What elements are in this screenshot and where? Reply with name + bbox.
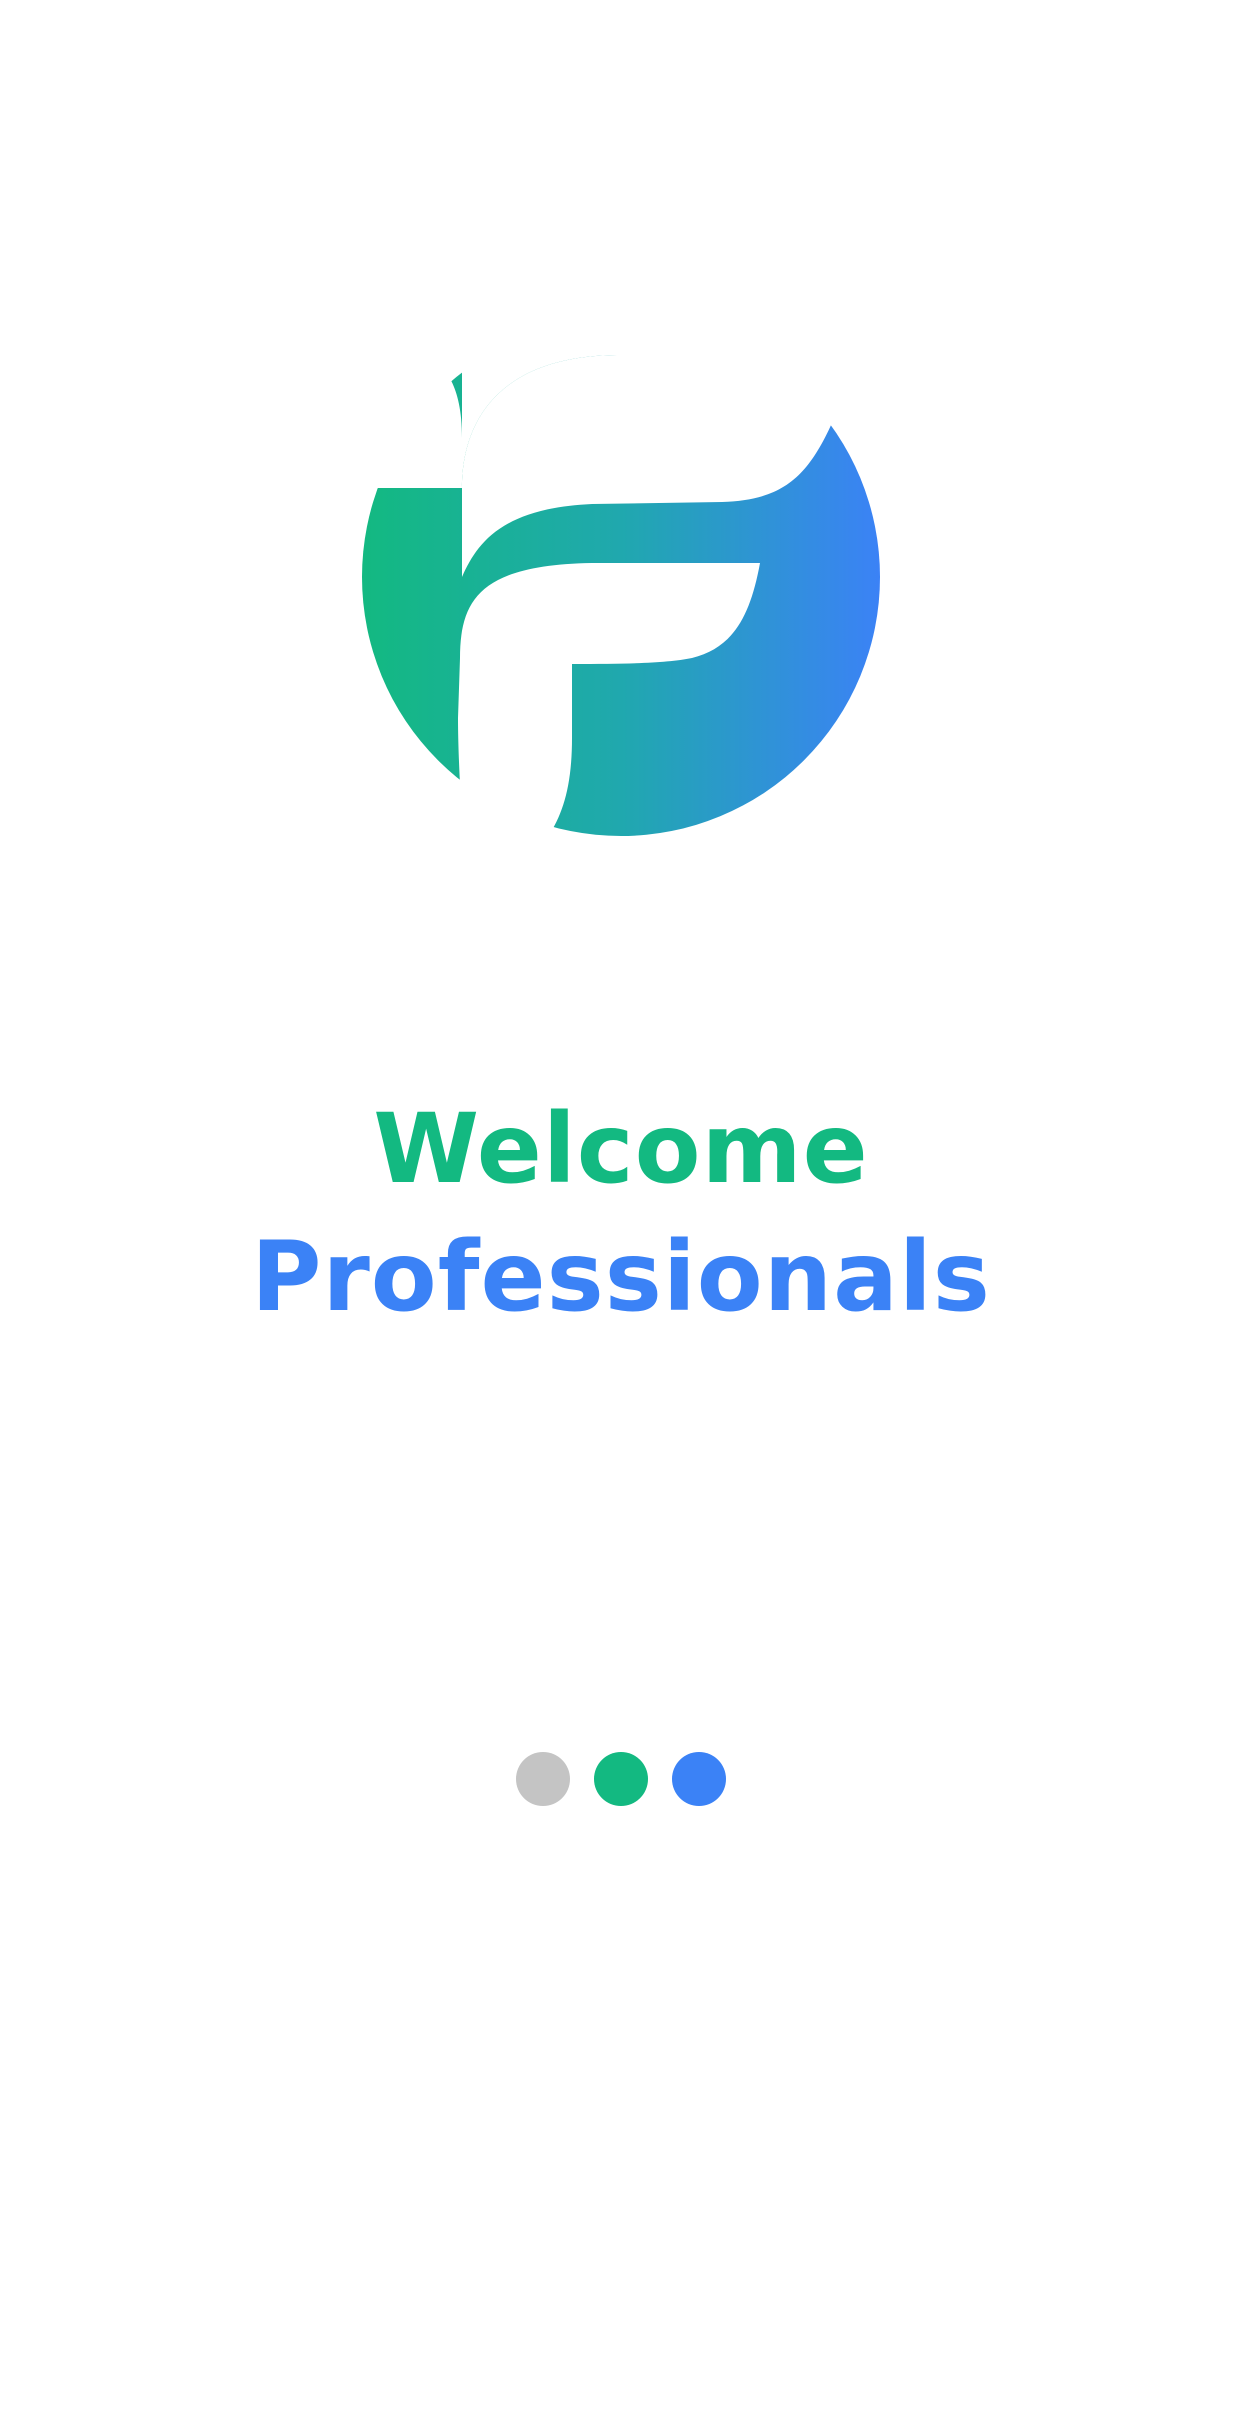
page-dot-1[interactable]	[516, 1752, 570, 1806]
welcome-heading: Welcome Professionals	[0, 1085, 1242, 1341]
welcome-line-1: Welcome	[373, 1093, 869, 1205]
welcome-line-2: Professionals	[251, 1221, 991, 1333]
page-indicator	[0, 1752, 1242, 1806]
f-logo-icon	[362, 318, 880, 836]
splash-screen: Welcome Professionals	[0, 0, 1242, 2436]
page-dot-3[interactable]	[672, 1752, 726, 1806]
page-dot-2[interactable]	[594, 1752, 648, 1806]
